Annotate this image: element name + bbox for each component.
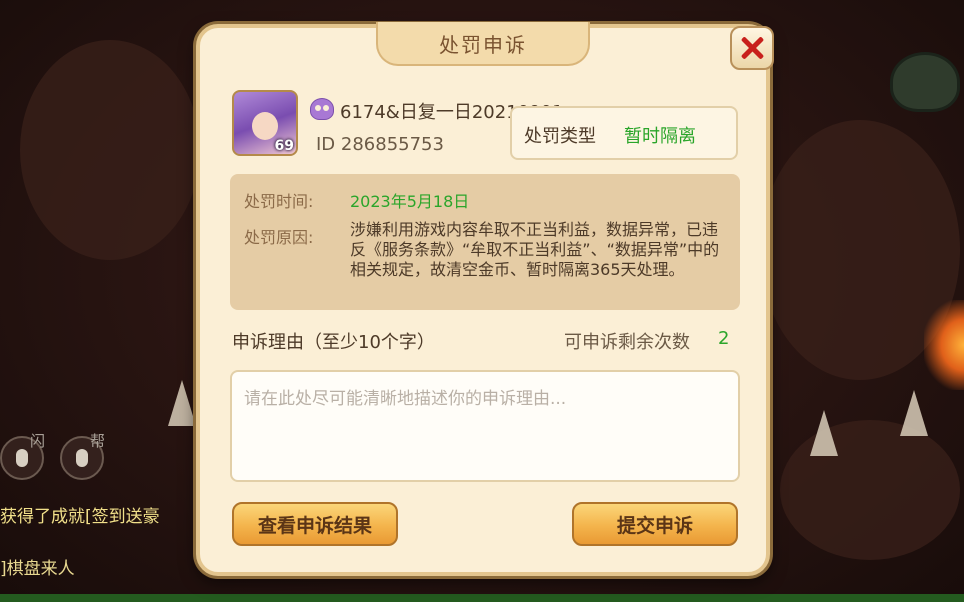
chat-message: ]棋盘来人 — [0, 559, 75, 579]
bone-spike-decor — [810, 410, 838, 456]
close-button[interactable] — [730, 26, 774, 70]
microphone-icon — [76, 449, 88, 467]
voice-tag-label: 帮 — [90, 432, 106, 450]
fire-decor — [924, 300, 964, 390]
view-appeal-result-button[interactable]: 查看申诉结果 — [232, 502, 398, 546]
punishment-time-label: 处罚时间: — [244, 192, 314, 211]
bone-spike-decor — [168, 380, 196, 426]
punishment-type-value: 暂时隔离 — [624, 126, 696, 147]
punishment-reason-value: 涉嫌利用游戏内容牟取不正当利益，数据异常，已违反《服务条款》“牟取不正当利益”、… — [350, 220, 720, 279]
remaining-appeals-count: 2 — [718, 328, 730, 349]
bottom-bar — [0, 594, 964, 602]
player-id: ID 286855753 — [316, 134, 444, 155]
punishment-info-panel: 处罚时间: 2023年5月18日 处罚原因: 涉嫌利用游戏内容牟取不正当利益，数… — [230, 174, 740, 310]
microphone-icon — [16, 449, 28, 467]
cauldron-decor — [890, 52, 960, 112]
avatar-face — [252, 112, 278, 140]
dialog-title: 处罚申诉 — [439, 32, 527, 57]
appeal-dialog: 处罚申诉 69 6174&日复一日20210901 ID 286855753 处… — [196, 22, 774, 576]
submit-appeal-button[interactable]: 提交申诉 — [572, 502, 738, 546]
close-icon — [740, 36, 764, 60]
appeal-reason-label: 申诉理由（至少10个字） — [232, 332, 435, 353]
punishment-type-label: 处罚类型 — [524, 126, 596, 147]
punishment-reason-label: 处罚原因: — [244, 228, 314, 247]
rock-decor — [780, 420, 960, 560]
remaining-appeals-label: 可申诉剩余次数 — [564, 332, 690, 353]
bone-spike-decor — [900, 390, 928, 436]
rock-decor — [20, 40, 200, 260]
punishment-time-value: 2023年5月18日 — [350, 192, 470, 211]
player-avatar: 69 — [232, 90, 298, 156]
skull-icon — [310, 98, 334, 120]
dialog-title-tab: 处罚申诉 — [376, 22, 590, 66]
appeal-reason-input[interactable] — [230, 370, 740, 482]
voice-tag-label: 闪 — [30, 432, 46, 450]
chat-message: 获得了成就[签到送豪 — [0, 507, 160, 527]
punishment-type-box: 处罚类型 暂时隔离 — [510, 106, 738, 160]
player-level: 69 — [274, 138, 294, 154]
